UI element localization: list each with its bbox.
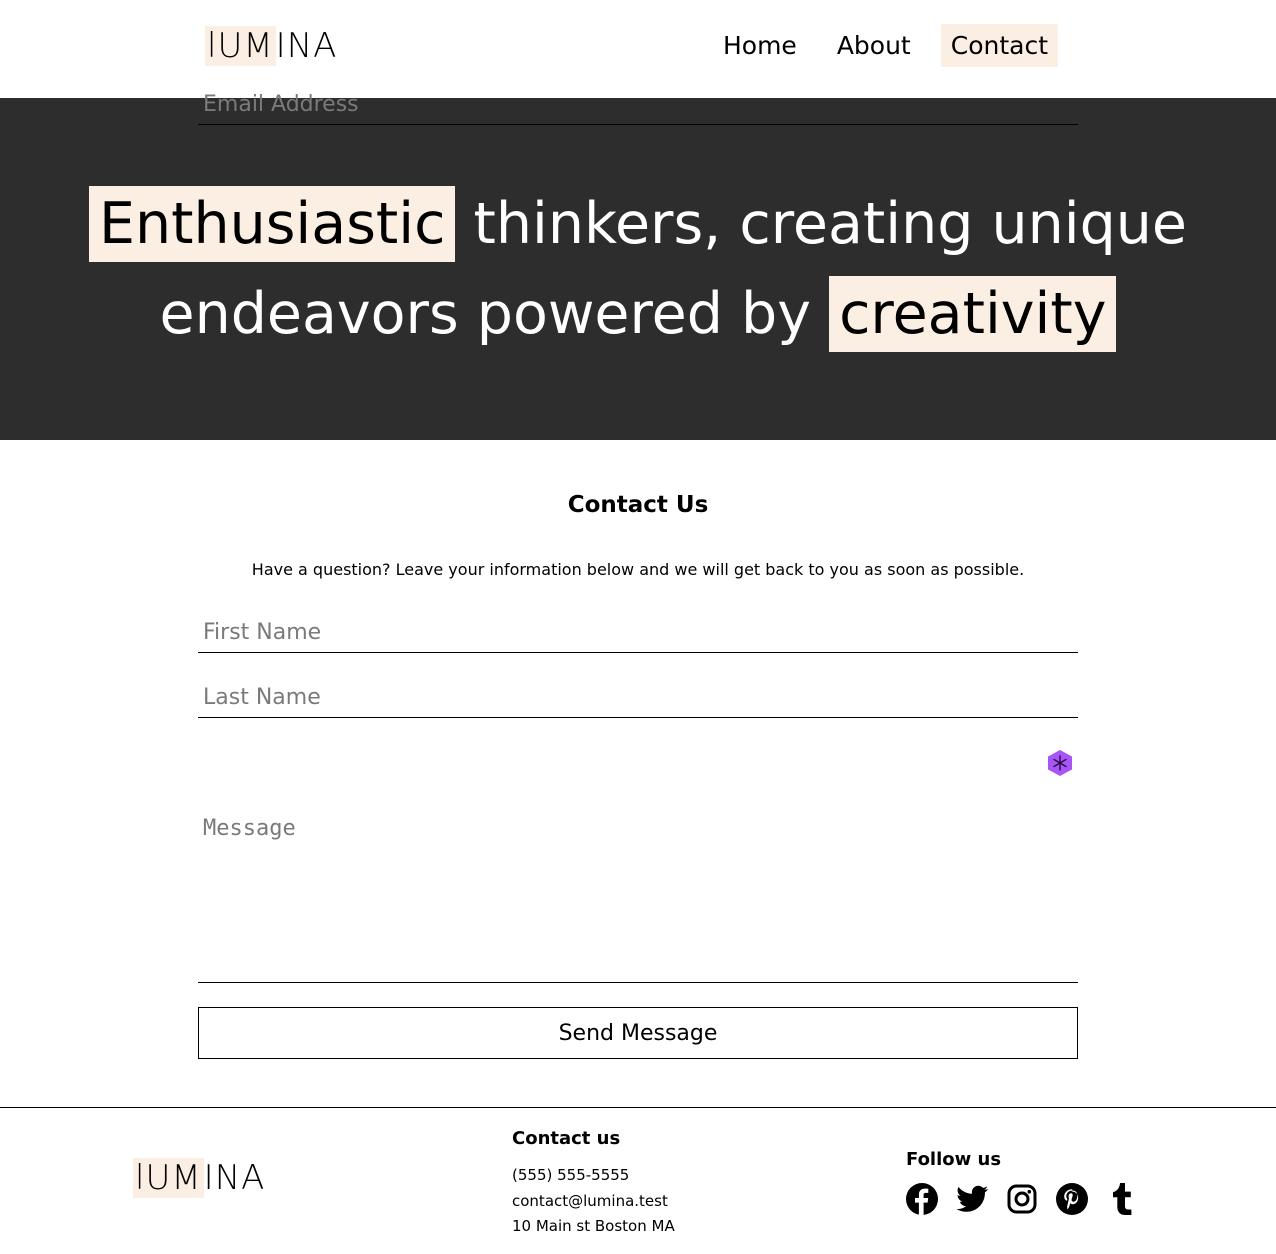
nav-contact[interactable]: Contact: [940, 24, 1058, 67]
send-message-button[interactable]: Send Message: [198, 1007, 1078, 1059]
footer-contact-title: Contact us: [512, 1128, 621, 1149]
contact-subtitle: Have a question? Leave your information …: [251, 560, 1025, 579]
footer-logo-highlight: lUM: [133, 1158, 204, 1198]
first-name-input[interactable]: [198, 612, 1078, 653]
twitter-icon[interactable]: [956, 1182, 988, 1216]
site-logo[interactable]: lUM INA: [205, 26, 337, 66]
message-textarea[interactable]: [198, 812, 1078, 983]
hero-highlight-word-2: creativity: [829, 276, 1117, 352]
site-footer: lUM INA Contact us (555) 555-5555 contact…: [0, 1107, 1276, 1254]
hero-banner: Enthusiastic thinkers, creating unique e…: [0, 98, 1276, 440]
main-nav: Home About Contact: [693, 24, 1058, 67]
hero-line-1: Enthusiastic thinkers, creating unique: [0, 186, 1276, 262]
logo-highlight: lUM: [205, 26, 276, 66]
footer-logo[interactable]: lUM INA: [133, 1158, 265, 1198]
social-links: [906, 1182, 1138, 1216]
instagram-icon[interactable]: [1006, 1182, 1038, 1216]
hero-line-2: endeavors powered by creativity: [0, 276, 1276, 352]
tumblr-icon[interactable]: [1106, 1182, 1138, 1216]
hero-line-1-text: thinkers, creating unique: [455, 191, 1187, 257]
email-input[interactable]: [198, 84, 1078, 125]
last-name-input[interactable]: [198, 677, 1078, 718]
pinterest-icon[interactable]: [1056, 1182, 1088, 1216]
footer-phone[interactable]: (555) 555-5555: [512, 1166, 629, 1184]
footer-follow-title: Follow us: [906, 1149, 1002, 1170]
hero-line-2-text: endeavors powered by: [159, 281, 830, 347]
footer-logo-rest: INA: [203, 1158, 266, 1198]
nav-home[interactable]: Home: [713, 24, 807, 67]
footer-address: 10 Main st Boston MA: [512, 1217, 675, 1235]
facebook-icon[interactable]: [906, 1182, 938, 1216]
password-manager-icon[interactable]: [1047, 749, 1073, 777]
nav-about[interactable]: About: [827, 24, 921, 67]
hero-highlight-word-1: Enthusiastic: [88, 186, 456, 262]
logo-rest: INA: [275, 26, 338, 66]
contact-title: Contact Us: [567, 492, 709, 518]
